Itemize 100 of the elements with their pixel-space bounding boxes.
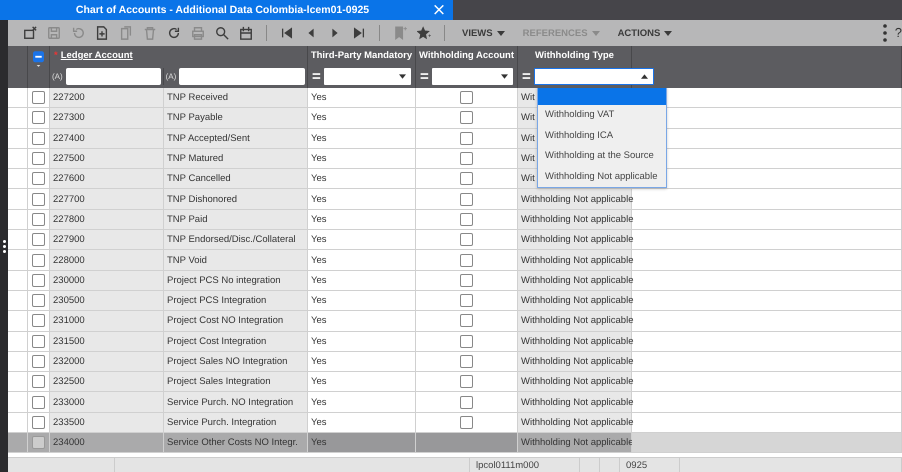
table-cell: Project PCS No integration xyxy=(164,270,308,291)
table-cell: Withholding Not applicable xyxy=(518,189,632,210)
checkbox[interactable] xyxy=(460,416,473,429)
checkbox[interactable] xyxy=(460,91,473,104)
close-button[interactable]: × xyxy=(425,1,453,19)
table-cell: Withholding Not applicable xyxy=(518,352,632,372)
row-checkbox[interactable] xyxy=(32,274,45,287)
row-checkbox[interactable] xyxy=(32,233,45,246)
checkbox[interactable] xyxy=(460,212,473,226)
search-icon[interactable] xyxy=(215,26,229,40)
select-all-checkbox[interactable] xyxy=(33,51,44,68)
toolbar-menu[interactable]: ACTIONS xyxy=(608,28,682,38)
checkbox[interactable] xyxy=(460,355,473,368)
new-record-icon[interactable] xyxy=(95,26,109,40)
refresh-icon[interactable] xyxy=(167,26,181,40)
table-cell: 227700 xyxy=(50,189,164,210)
table-cell: Withholding Not applicable xyxy=(518,311,632,332)
caret-icon xyxy=(399,74,406,79)
filter-field[interactable] xyxy=(66,68,161,85)
checkbox[interactable] xyxy=(460,314,473,328)
more-icon[interactable] xyxy=(882,24,887,42)
required-mark: * xyxy=(54,50,58,61)
row-checkbox[interactable] xyxy=(32,314,45,328)
checkbox[interactable] xyxy=(460,334,473,348)
table-cell: TNP Payable xyxy=(164,108,308,129)
row-checkbox[interactable] xyxy=(32,172,45,186)
bookmark-add-icon[interactable] xyxy=(393,26,407,40)
column-header[interactable]: Withholding Account xyxy=(418,50,515,62)
table-cell: Withholding Not applicable xyxy=(518,392,632,413)
resize-handle[interactable] xyxy=(0,20,8,472)
table-cell: 232000 xyxy=(50,352,164,372)
filter-field[interactable] xyxy=(179,68,305,85)
table-cell: Withholding Not applicable xyxy=(518,332,632,352)
row-checkbox[interactable] xyxy=(32,355,45,368)
table-cell: TNP Paid xyxy=(164,210,308,230)
filter-operator[interactable]: = xyxy=(312,70,321,84)
row-checkbox[interactable] xyxy=(32,436,45,450)
caret-icon xyxy=(640,74,648,79)
table-cell: 227200 xyxy=(50,88,164,108)
row-checkbox[interactable] xyxy=(32,212,45,226)
table-cell: TNP Matured xyxy=(164,148,308,170)
column-header[interactable]: Withholding Type xyxy=(520,50,629,62)
table-cell: Withholding Not applicable xyxy=(518,372,632,392)
checkbox[interactable] xyxy=(460,294,473,308)
last-record-icon[interactable] xyxy=(352,26,366,40)
help-button[interactable]: ? xyxy=(894,25,902,41)
toolbar-menu[interactable]: VIEWS xyxy=(453,28,514,38)
table-cell: 231500 xyxy=(50,332,164,352)
row-checkbox[interactable] xyxy=(32,375,45,388)
checkbox[interactable] xyxy=(460,172,473,186)
table-cell: Yes xyxy=(308,392,416,413)
table-cell: Yes xyxy=(308,108,416,129)
row-checkbox[interactable] xyxy=(32,111,45,124)
table-cell: Project Sales Integration xyxy=(164,372,308,392)
table-cell: 230500 xyxy=(50,290,164,312)
table-cell: Yes xyxy=(308,352,416,372)
row-checkbox[interactable] xyxy=(32,334,45,348)
row-checkbox[interactable] xyxy=(32,192,45,206)
caret-icon xyxy=(664,30,672,36)
table-cell: 227400 xyxy=(50,128,164,149)
checkbox[interactable] xyxy=(460,192,473,206)
table-cell: Project Cost NO Integration xyxy=(164,311,308,332)
row-checkbox[interactable] xyxy=(32,396,45,409)
row-checkbox[interactable] xyxy=(32,152,45,166)
filter-operator[interactable]: = xyxy=(420,70,429,84)
table-cell: Yes xyxy=(308,210,416,230)
checkbox[interactable] xyxy=(460,274,473,287)
checkbox[interactable] xyxy=(460,233,473,246)
row-checkbox[interactable] xyxy=(32,132,45,145)
row-checkbox[interactable] xyxy=(32,294,45,308)
checkbox[interactable] xyxy=(460,152,473,166)
star-add-icon[interactable] xyxy=(417,26,431,40)
first-record-icon[interactable] xyxy=(280,26,294,40)
table-cell: 231000 xyxy=(50,311,164,332)
table-cell: Service Purch. Integration xyxy=(164,412,308,434)
table-cell: TNP Void xyxy=(164,250,308,271)
checkbox[interactable] xyxy=(460,375,473,388)
checkbox[interactable] xyxy=(460,396,473,409)
filter-dropdown[interactable] xyxy=(534,68,654,85)
table-cell: Withholding Not applicable xyxy=(518,290,632,312)
checkbox[interactable] xyxy=(460,254,473,267)
caret-icon xyxy=(496,30,505,36)
column-header[interactable]: Third-Party Mandatory xyxy=(310,50,413,62)
checkbox[interactable] xyxy=(460,132,473,145)
column-header[interactable]: Ledger Account xyxy=(60,50,133,61)
row-checkbox[interactable] xyxy=(32,91,45,104)
clear-icon[interactable] xyxy=(23,26,37,40)
table-cell: 227900 xyxy=(50,230,164,250)
table-cell: Yes xyxy=(308,270,416,291)
calendar-icon[interactable] xyxy=(239,26,253,40)
row-checkbox[interactable] xyxy=(32,416,45,429)
table-cell: Yes xyxy=(308,148,416,170)
caret-icon xyxy=(592,30,600,36)
table-cell: TNP Accepted/Sent xyxy=(164,128,308,149)
checkbox[interactable] xyxy=(460,111,473,124)
table-cell: 227600 xyxy=(50,169,164,190)
table-cell: TNP Endorsed/Disc./Collateral xyxy=(164,230,308,250)
table-cell: Project Sales NO Integration xyxy=(164,352,308,372)
filter-operator[interactable]: = xyxy=(522,70,531,84)
row-checkbox[interactable] xyxy=(32,254,45,267)
